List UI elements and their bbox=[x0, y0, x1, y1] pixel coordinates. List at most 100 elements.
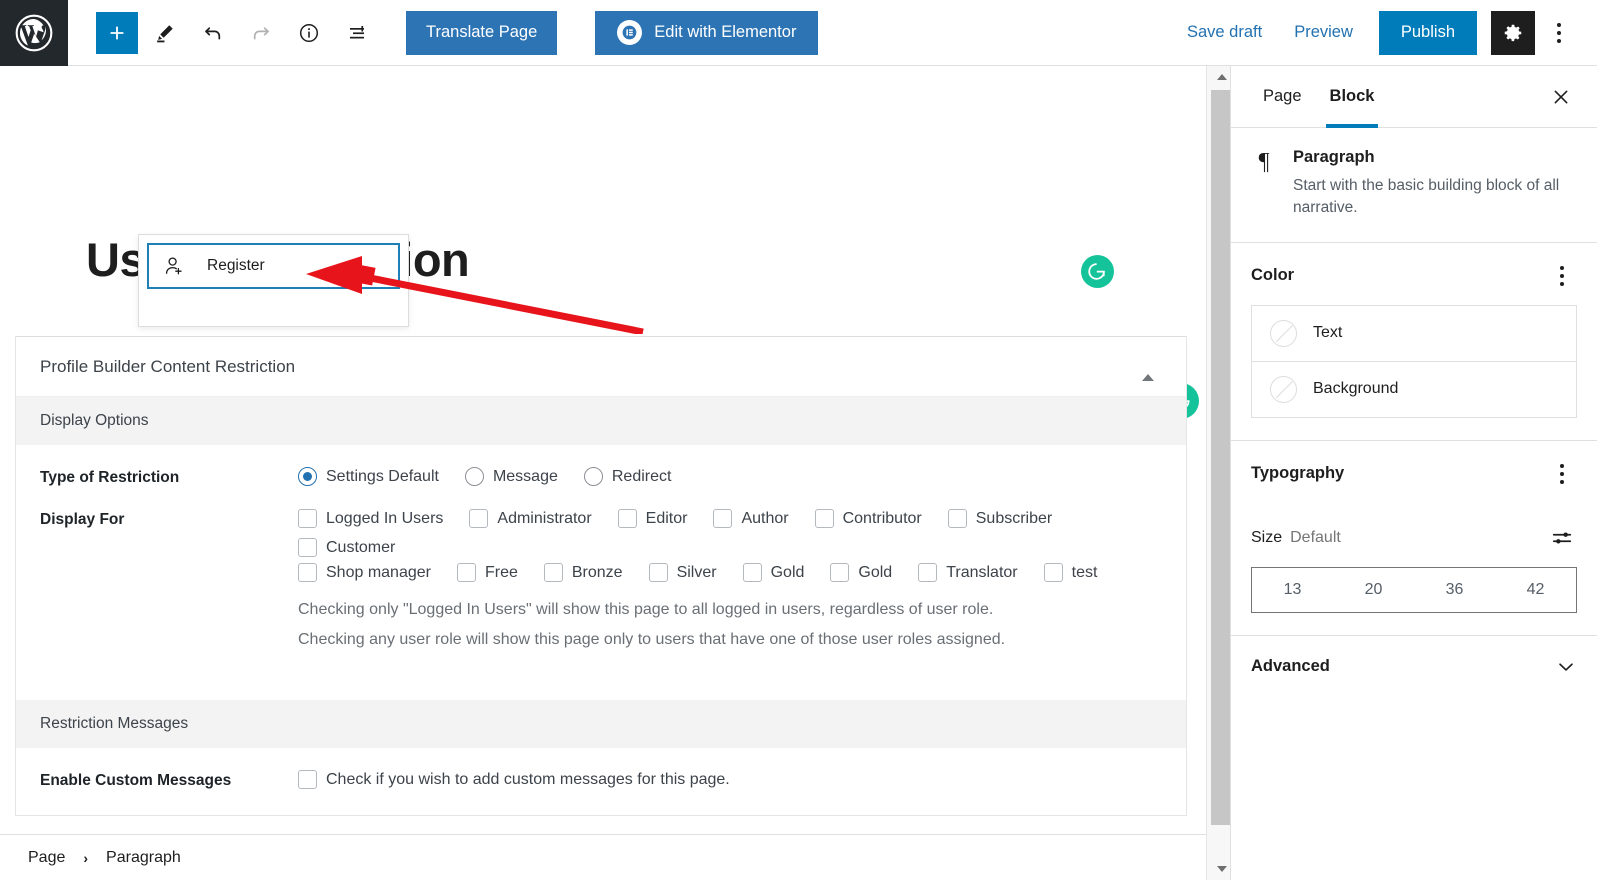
font-size-option-36[interactable]: 36 bbox=[1414, 568, 1495, 612]
close-sidebar-button[interactable] bbox=[1543, 79, 1579, 115]
checkbox-gold-1[interactable]: Gold bbox=[742, 563, 805, 582]
edit-with-elementor-button[interactable]: Edit with Elementor bbox=[595, 10, 819, 55]
font-size-option-42[interactable]: 42 bbox=[1495, 568, 1576, 612]
block-description: Start with the basic building block of a… bbox=[1293, 177, 1560, 217]
checkbox-indicator bbox=[456, 563, 476, 582]
sliders-icon bbox=[1552, 532, 1572, 544]
color-panel-options-button[interactable] bbox=[1547, 261, 1577, 291]
breadcrumb-item-page[interactable]: Page bbox=[22, 845, 71, 871]
advanced-panel-header[interactable]: Advanced bbox=[1231, 634, 1597, 698]
redo-button[interactable] bbox=[240, 12, 282, 54]
checkbox-gold-2[interactable]: Gold bbox=[830, 563, 892, 582]
editor-canvas: User Registration /register bbox=[0, 66, 1206, 880]
no-color-swatch-icon bbox=[1270, 375, 1297, 403]
add-block-button[interactable] bbox=[96, 11, 138, 54]
checkbox-free[interactable]: Free bbox=[456, 563, 518, 582]
checkbox-label: Customer bbox=[326, 538, 396, 556]
more-options-button[interactable] bbox=[1539, 11, 1579, 55]
checkbox-label: Gold bbox=[770, 563, 805, 581]
display-for-help-1: Checking only "Logged In Users" will sho… bbox=[298, 601, 994, 618]
field-type-of-restriction: Type of Restriction Settings Default Mes… bbox=[16, 445, 1186, 487]
tab-page[interactable]: Page bbox=[1249, 66, 1316, 127]
type-of-restriction-label: Type of Restriction bbox=[40, 469, 180, 486]
radio-label: Message bbox=[492, 467, 558, 485]
checkbox-silver[interactable]: Silver bbox=[648, 563, 717, 582]
font-size-option-13[interactable]: 13 bbox=[1252, 568, 1333, 612]
no-color-swatch-icon bbox=[1270, 319, 1297, 347]
font-size-option-20[interactable]: 20 bbox=[1333, 568, 1414, 612]
breadcrumb-item-paragraph[interactable]: Paragraph bbox=[100, 845, 187, 871]
wordpress-logo-icon[interactable] bbox=[0, 0, 68, 66]
checkbox-label: Bronze bbox=[571, 563, 623, 581]
checkbox-translator[interactable]: Translator bbox=[918, 563, 1018, 582]
typography-panel-options-button[interactable] bbox=[1547, 459, 1577, 489]
save-draft-button[interactable]: Save draft bbox=[1171, 13, 1278, 52]
checkbox-customer[interactable]: Customer bbox=[298, 538, 395, 557]
font-size-value: Default bbox=[1290, 528, 1341, 546]
checkbox-author[interactable]: Author bbox=[713, 509, 789, 528]
checkbox-label: Gold bbox=[858, 563, 893, 581]
radio-indicator bbox=[464, 467, 484, 486]
autocomplete-option-label: Register bbox=[207, 257, 265, 274]
block-card: ¶ Paragraph Start with the basic buildin… bbox=[1231, 128, 1597, 243]
checkbox-enable-custom-messages[interactable]: Check if you wish to add custom messages… bbox=[298, 770, 1136, 789]
kebab-menu-icon bbox=[1560, 265, 1564, 286]
kebab-menu-icon bbox=[1560, 463, 1564, 484]
checkbox-subscriber[interactable]: Subscriber bbox=[947, 509, 1053, 528]
checkbox-indicator bbox=[298, 538, 317, 557]
radio-settings-default[interactable]: Settings Default bbox=[298, 467, 439, 486]
checkbox-indicator bbox=[1043, 563, 1063, 582]
tab-block[interactable]: Block bbox=[1316, 66, 1389, 128]
section-restriction-messages: Restriction Messages bbox=[16, 700, 1186, 748]
undo-button[interactable] bbox=[192, 12, 234, 54]
checkbox-logged-in-users[interactable]: Logged In Users bbox=[298, 509, 443, 528]
preview-button[interactable]: Preview bbox=[1278, 13, 1369, 52]
font-size-options: 13 20 36 42 bbox=[1251, 566, 1577, 613]
settings-button[interactable] bbox=[1491, 10, 1535, 55]
triangle-down-icon bbox=[1217, 866, 1227, 872]
color-option-text[interactable]: Text bbox=[1252, 306, 1576, 361]
metabox-collapse-button[interactable] bbox=[1134, 355, 1162, 381]
checkbox-label: Check if you wish to add custom messages… bbox=[326, 770, 730, 788]
chevron-down-icon bbox=[1559, 663, 1573, 671]
checkbox-shop-manager[interactable]: Shop manager bbox=[298, 563, 431, 582]
typography-panel-header: Typography bbox=[1231, 441, 1597, 503]
grammarly-icon[interactable] bbox=[1081, 255, 1114, 288]
tools-edit-button[interactable] bbox=[144, 12, 186, 54]
checkbox-indicator bbox=[814, 509, 834, 528]
checkbox-indicator bbox=[298, 770, 317, 789]
breadcrumb-separator-icon: › bbox=[83, 849, 89, 866]
list-view-button[interactable] bbox=[336, 12, 378, 54]
color-option-label: Text bbox=[1313, 324, 1343, 342]
plus-icon bbox=[110, 26, 124, 39]
field-enable-custom-messages: Enable Custom Messages Check if you wish… bbox=[16, 748, 1186, 815]
checkbox-label: Subscriber bbox=[975, 509, 1053, 527]
checkbox-indicator bbox=[617, 509, 637, 528]
sidebar-tabs: Page Block bbox=[1231, 66, 1597, 128]
autocomplete-option-register[interactable]: Register bbox=[147, 243, 400, 289]
radio-message[interactable]: Message bbox=[464, 467, 558, 486]
user-add-icon bbox=[165, 257, 182, 275]
undo-arrow-icon bbox=[205, 26, 221, 39]
checkbox-contributor[interactable]: Contributor bbox=[814, 509, 922, 528]
radio-redirect[interactable]: Redirect bbox=[583, 467, 671, 486]
checkbox-label: Free bbox=[484, 563, 518, 581]
edit-with-elementor-label: Edit with Elementor bbox=[654, 23, 797, 41]
color-option-background[interactable]: Background bbox=[1252, 360, 1576, 417]
checkbox-administrator[interactable]: Administrator bbox=[469, 509, 592, 528]
checkbox-indicator bbox=[543, 563, 563, 582]
checkbox-label: Editor bbox=[645, 509, 688, 527]
display-for-row-2: Shop manager Free Bronze Silver Gold Gol… bbox=[298, 563, 1162, 582]
checkbox-test[interactable]: test bbox=[1043, 563, 1097, 582]
checkbox-editor[interactable]: Editor bbox=[617, 509, 688, 528]
display-for-label: Display For bbox=[40, 511, 125, 528]
advanced-panel-title: Advanced bbox=[1251, 657, 1330, 676]
publish-button[interactable]: Publish bbox=[1378, 10, 1477, 55]
font-size-custom-toggle-button[interactable] bbox=[1547, 523, 1577, 553]
field-display-for: Display For Logged In Users Administrato… bbox=[16, 487, 1186, 678]
checkbox-label: Contributor bbox=[842, 509, 922, 527]
translate-page-button[interactable]: Translate Page bbox=[406, 10, 558, 55]
profile-builder-metabox: Profile Builder Content Restriction Disp… bbox=[15, 336, 1187, 816]
checkbox-bronze[interactable]: Bronze bbox=[543, 563, 623, 582]
details-button[interactable] bbox=[288, 12, 330, 54]
